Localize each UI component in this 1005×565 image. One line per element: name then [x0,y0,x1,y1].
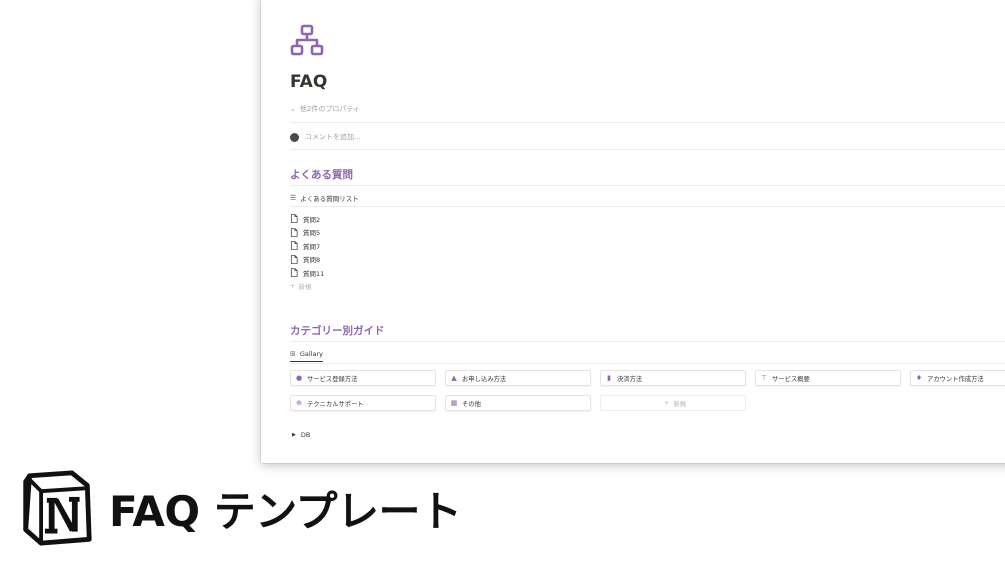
list-item[interactable]: 質問2 [290,212,324,226]
notion-page-window: FAQ ⌄ 他2件のプロパティ コメントを追加... よくある質問 ☰ よくある… [261,0,1005,463]
gallery-card[interactable]: ♦ アカウント作成方法 [910,370,1005,386]
list-item-label: 質問7 [303,242,321,251]
gallery-card[interactable]: ▲ お申し込み方法 [445,370,591,386]
list-item-label: 質問2 [303,215,321,224]
sitemap-icon[interactable] [290,24,324,58]
list-item[interactable]: 質問5 [290,226,324,240]
calendar-icon: ▦ [450,399,458,407]
add-new-button[interactable]: + 新規 [290,280,324,293]
divider [290,122,1005,123]
comment-placeholder: コメントを追加... [305,133,361,141]
pin-icon: ♦ [915,374,923,382]
tab-faq-list[interactable]: ☰ よくある質問リスト [290,193,359,207]
gallery-card-label: 決済方法 [617,375,643,383]
tab-gallery[interactable]: ⊞ Gallary [290,350,324,362]
chevron-down-icon: ⌄ [290,105,296,113]
properties-toggle[interactable]: ⌄ 他2件のプロパティ [290,104,360,114]
gallery-card-label: お申し込み方法 [462,375,507,383]
list-item[interactable]: 質問7 [290,239,324,253]
tab-label: Gallary [299,350,324,358]
gallery-card-label: テクニカルサポート [307,400,364,408]
gallery-card[interactable]: ▮ 決済方法 [600,370,746,386]
list-item-label: 質問5 [303,229,321,238]
faq-heading[interactable]: よくある質問 [290,167,353,182]
brand-title: FAQ テンプレート [109,487,462,536]
document-icon [290,227,298,237]
toggle-block-db[interactable]: ▶ DB [292,431,310,439]
add-new-card-button[interactable]: + 新規 [600,395,746,411]
list-item[interactable]: 質問11 [290,266,324,280]
cart-icon: ▲ [451,374,457,382]
gallery-card-label: サービス登録方法 [307,375,358,383]
triangle-right-icon: ▶ [292,432,296,438]
tab-label: よくある質問リスト [300,195,359,203]
list-item[interactable]: 質問8 [290,253,324,267]
avatar [290,132,299,142]
gallery-card[interactable]: ⊕ テクニカルサポート [290,395,436,411]
gallery-card[interactable]: ▦ その他 [445,395,591,411]
page-title[interactable]: FAQ [290,72,327,92]
clipboard-icon: ▮ [607,374,611,382]
gallery-card[interactable]: ⊤ サービス概要 [755,370,901,386]
document-icon [290,214,298,224]
list-icon: ☰ [290,194,297,202]
properties-toggle-label: 他2件のプロパティ [299,105,360,113]
signpost-icon: ⊤ [760,374,768,382]
gallery-card-label: その他 [462,400,481,408]
guide-heading[interactable]: カテゴリー別ガイド [290,323,385,338]
brand-lockup: FAQ テンプレート [18,470,462,547]
divider [290,206,1005,207]
add-new-label: 新規 [673,400,686,408]
gallery-card-label: サービス概要 [772,375,810,383]
document-icon [290,254,298,264]
globe-icon: ⊕ [296,399,302,407]
divider [290,341,1005,342]
gallery-card-label: アカウント作成方法 [927,375,984,383]
faq-list: 質問2 質問5 質問7 質問8 質問11 + 新規 [290,212,324,293]
comment-input[interactable]: コメントを追加... [290,132,361,142]
divider [290,185,1005,186]
divider [290,149,1005,150]
list-item-label: 質問8 [303,256,321,265]
plus-icon: + [664,399,670,407]
plus-icon: + [290,282,296,290]
chat-bubbles-icon: ● [295,374,303,382]
gallery-card[interactable]: ● サービス登録方法 [290,370,436,386]
document-icon [290,241,298,251]
list-item-label: 質問11 [303,269,325,278]
divider [290,363,1005,364]
document-icon [290,268,298,278]
add-new-label: 新規 [298,283,312,291]
toggle-block-label: DB [300,431,311,439]
notion-logo-icon [23,470,92,546]
gallery-grid-icon: ⊞ [290,350,296,358]
